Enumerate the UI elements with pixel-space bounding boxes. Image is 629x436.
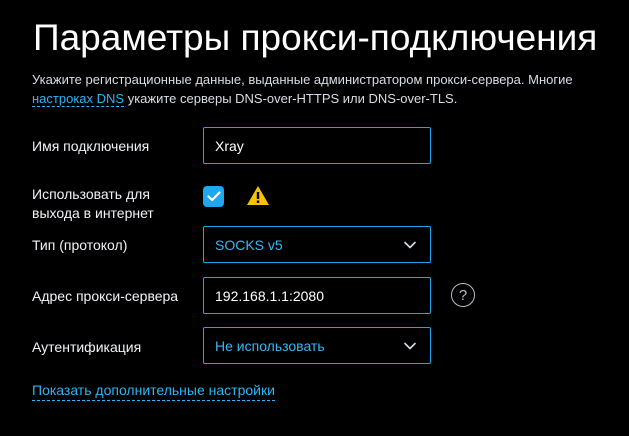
chevron-down-icon xyxy=(404,342,416,349)
internet-access-checkbox[interactable] xyxy=(203,186,224,207)
protocol-selected-value: SOCKS v5 xyxy=(215,236,283,253)
chevron-down-icon xyxy=(404,241,416,248)
internet-access-label: Использовать для выхода в интернет xyxy=(32,185,154,223)
connection-name-value: Xray xyxy=(215,137,244,154)
page-title: Параметры прокси-подключения xyxy=(33,17,598,58)
proxy-connection-settings-page: Параметры прокси-подключения Укажите рег… xyxy=(0,0,629,436)
show-advanced-settings-link[interactable]: Показать дополнительные настройки xyxy=(32,381,275,401)
help-icon[interactable]: ? xyxy=(451,283,475,307)
connection-name-input[interactable]: Xray xyxy=(203,127,431,164)
internet-access-label-line-1: Использовать для xyxy=(32,186,150,202)
protocol-label: Тип (протокол) xyxy=(32,237,128,253)
description: Укажите регистрационные данные, выданные… xyxy=(32,70,629,108)
authentication-selected-value: Не использовать xyxy=(215,337,325,354)
description-line-2: настроках DNS укажите серверы DNS-over-H… xyxy=(32,89,629,108)
checkmark-icon xyxy=(206,191,221,202)
description-line-1: Укажите регистрационные данные, выданные… xyxy=(32,72,573,87)
protocol-select[interactable]: SOCKS v5 xyxy=(203,226,431,263)
proxy-server-address-input[interactable]: 192.168.1.1:2080 xyxy=(203,277,431,314)
proxy-server-address-label: Адрес прокси-сервера xyxy=(32,288,179,304)
connection-name-label: Имя подключения xyxy=(32,138,150,154)
authentication-label: Аутентификация xyxy=(32,339,142,355)
description-line-2-text: укажите серверы DNS-over-HTTPS или DNS-o… xyxy=(124,91,458,106)
internet-access-label-line-2: выхода в интернет xyxy=(32,205,154,221)
authentication-select[interactable]: Не использовать xyxy=(203,327,431,364)
warning-triangle-icon xyxy=(247,186,269,205)
proxy-server-address-value: 192.168.1.1:2080 xyxy=(215,287,324,304)
dns-settings-link[interactable]: настроках DNS xyxy=(32,91,125,107)
question-mark-icon: ? xyxy=(458,286,468,304)
